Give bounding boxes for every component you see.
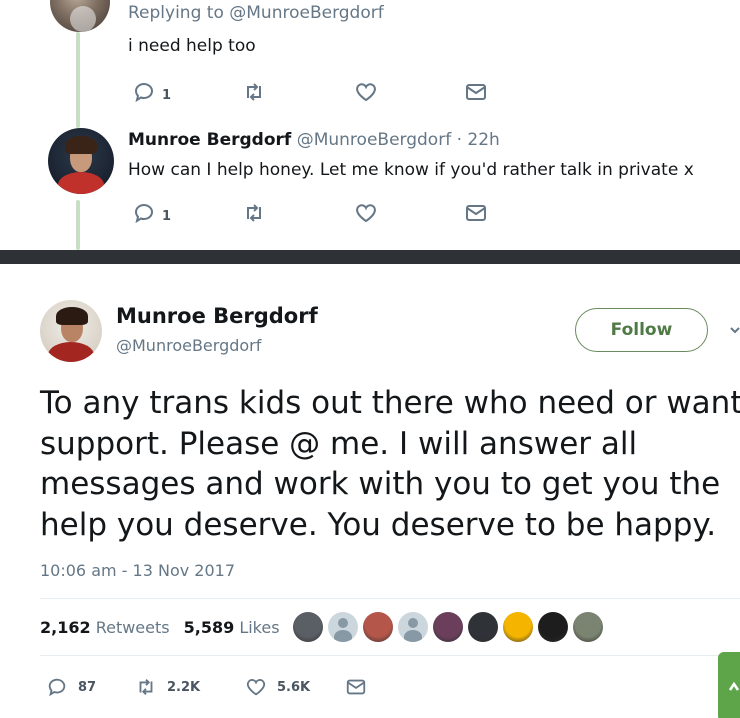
avatar[interactable] (40, 300, 102, 362)
envelope-icon (346, 679, 366, 695)
author-name[interactable]: Munroe Bergdorf (128, 130, 291, 150)
tweet-text-line: messages and work with you to get you th… (40, 466, 721, 502)
tweet-actions: 87 2.2K 5.6K (40, 676, 380, 702)
direct-message-button[interactable] (464, 78, 488, 106)
tweet-text-line: help you deserve. You deserve to be happ… (40, 506, 717, 543)
like-button[interactable]: 5.6K (245, 676, 310, 698)
like-count: 5.6K (277, 679, 311, 695)
retweet-count: 2.2K (167, 679, 201, 695)
chevron-down-icon (730, 327, 740, 334)
liker-avatar[interactable] (328, 612, 358, 642)
reply-count: 1 (162, 87, 172, 103)
tweet-text: i need help too (128, 36, 256, 56)
divider (40, 655, 740, 656)
reply-button[interactable]: 87 (46, 676, 96, 698)
retweet-button[interactable]: 2.2K (135, 676, 200, 698)
reply-button[interactable]: 1 (132, 199, 171, 227)
author-handle[interactable]: @MunroeBergdorf (297, 130, 451, 150)
retweets-label: Retweets (95, 618, 170, 637)
envelope-icon (466, 84, 486, 100)
liker-avatars (293, 612, 603, 642)
avatar[interactable] (50, 0, 110, 32)
liker-avatar[interactable] (433, 612, 463, 642)
engagement-stats: 2,162 Retweets 5,589 Likes (40, 618, 280, 637)
divider (40, 598, 740, 599)
tweet-actions: 1 (128, 78, 548, 108)
retweet-button[interactable] (242, 199, 266, 227)
more-options-button[interactable] (728, 322, 740, 336)
direct-message-button[interactable] (345, 676, 367, 698)
replying-prefix: Replying to (128, 3, 224, 23)
liker-avatar[interactable] (398, 612, 428, 642)
retweets-stat[interactable]: 2,162 Retweets (40, 618, 170, 637)
direct-message-button[interactable] (464, 199, 488, 227)
follow-button[interactable]: Follow (575, 308, 708, 352)
avatar[interactable] (48, 128, 114, 194)
heart-icon (246, 679, 266, 696)
reply-count: 87 (78, 679, 97, 695)
author-handle[interactable]: @MunroeBergdorf (116, 336, 261, 355)
reply-icon (134, 204, 153, 224)
likes-count: 5,589 (183, 618, 235, 637)
tweet-text: How can I help honey. Let me know if you… (128, 160, 694, 180)
tweet-text-line: support. Please @ me. I will answer all (40, 425, 638, 462)
like-button[interactable] (354, 78, 378, 106)
liker-avatar[interactable] (503, 612, 533, 642)
retweets-count: 2,162 (40, 618, 91, 637)
likes-stat[interactable]: 5,589 Likes (184, 618, 280, 637)
tweet-text: To any trans kids out there who need or … (40, 383, 740, 545)
envelope-icon (466, 205, 486, 221)
heart-icon (356, 204, 376, 223)
tweet-time[interactable]: · 22h (457, 130, 500, 150)
retweet-icon (247, 204, 261, 222)
reply-thread: Replying to @MunroeBergdorf i need help … (0, 0, 740, 250)
retweet-button[interactable] (242, 78, 266, 106)
reply-icon (134, 83, 153, 103)
tweet-timestamp[interactable]: 10:06 am - 13 Nov 2017 (40, 561, 235, 580)
reply-button[interactable]: 1 (132, 78, 171, 106)
heart-icon (356, 83, 376, 102)
section-divider (0, 250, 740, 264)
retweet-icon (247, 83, 261, 101)
like-button[interactable] (354, 199, 378, 227)
likes-label: Likes (239, 618, 280, 637)
reply-count: 1 (162, 208, 172, 224)
side-panel-tab[interactable] (718, 652, 740, 718)
replying-handle-link[interactable]: @MunroeBergdorf (229, 3, 383, 23)
liker-avatar[interactable] (363, 612, 393, 642)
thread-connector-line (76, 200, 80, 250)
tweet-author-line: Munroe Bergdorf @MunroeBergdorf · 22h (128, 130, 500, 150)
liker-avatar[interactable] (538, 612, 568, 642)
retweet-icon (139, 679, 153, 695)
liker-avatar[interactable] (468, 612, 498, 642)
chevron-up-icon (728, 681, 740, 691)
liker-avatar[interactable] (293, 612, 323, 642)
tweet-text-line: To any trans kids out there who need or … (40, 385, 740, 421)
author-name[interactable]: Munroe Bergdorf (116, 304, 318, 328)
thread-connector-line (76, 32, 80, 128)
reply-icon (48, 678, 66, 697)
replying-to-label: Replying to @MunroeBergdorf (128, 3, 384, 23)
tweet-actions: 1 (128, 199, 548, 229)
liker-avatar[interactable] (573, 612, 603, 642)
